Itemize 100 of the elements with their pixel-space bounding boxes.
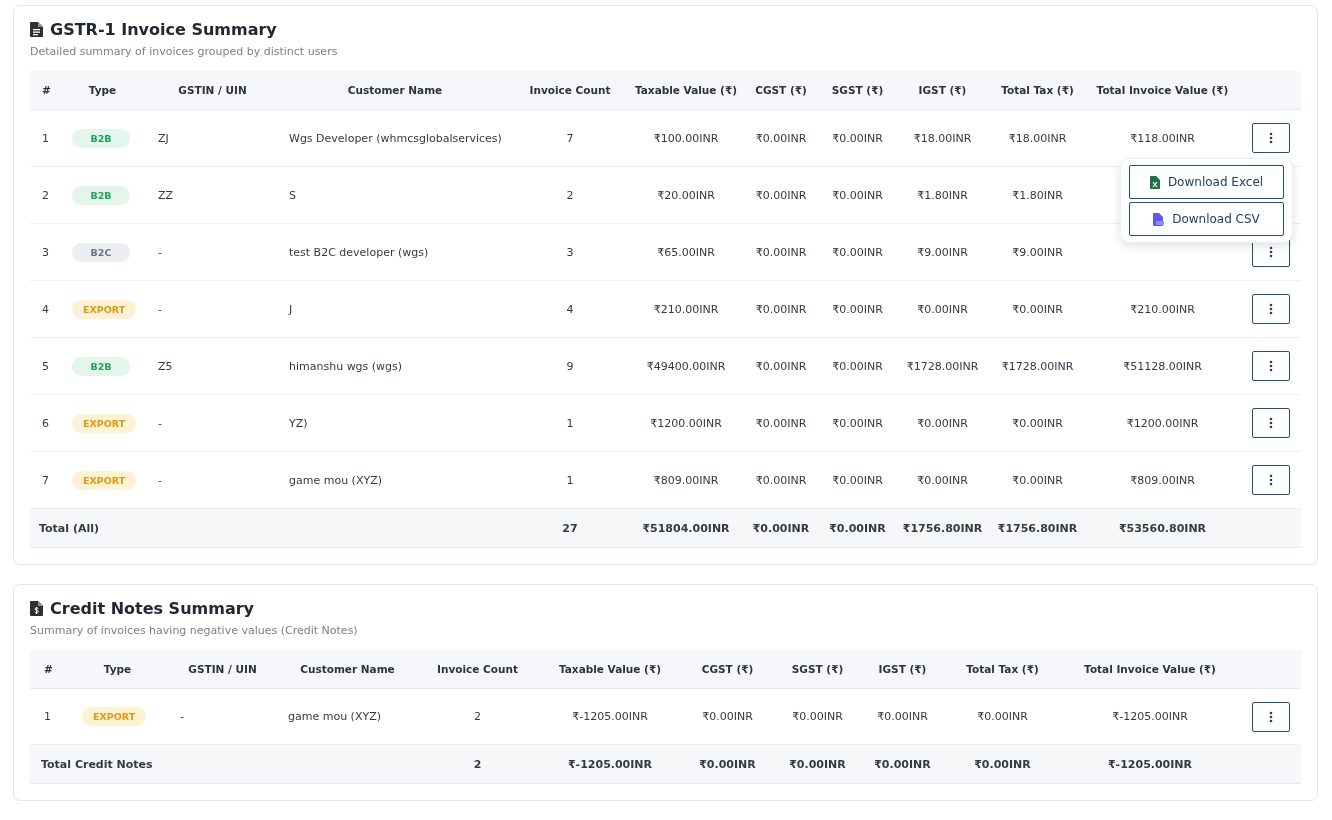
type-badge: EXPORT: [82, 707, 147, 726]
customer-name: Wgs Developer (whmcsglobalservices): [289, 131, 502, 145]
type-badge: B2B: [72, 185, 130, 205]
gstin-cell: ZZ: [158, 188, 174, 202]
type-badge: EXPORT: [72, 413, 137, 433]
amount-cell: ₹0.00INR: [755, 131, 807, 145]
amount-cell: ₹0.00INR: [755, 416, 807, 430]
column-header: Taxable Value (₹): [558, 663, 661, 675]
invoice-count: 1: [566, 473, 574, 487]
customer-name: game mou (XYZ): [288, 710, 381, 723]
amount-cell: ₹809.00INR: [653, 473, 719, 487]
card-title: Credit Notes Summary: [50, 599, 254, 618]
column-header: Customer Name: [347, 84, 443, 96]
download-menu-item[interactable]: Download Excel: [1129, 165, 1284, 199]
customer-name: J: [289, 302, 293, 316]
amount-cell: ₹51128.00INR: [1123, 359, 1202, 373]
invoice-count: 4: [566, 302, 574, 316]
more-vertical-icon: [1268, 246, 1273, 258]
amount-cell: ₹0.00INR: [792, 710, 843, 723]
total-label: Total Credit Notes: [41, 757, 153, 771]
gstin-cell: -: [158, 302, 162, 316]
amount-cell: ₹0.00INR: [832, 473, 883, 487]
gstin-cell: -: [180, 710, 184, 723]
column-header: CGST (₹): [755, 84, 807, 96]
type-badge: B2C: [72, 242, 130, 262]
amount-cell: ₹0.00INR: [832, 302, 883, 316]
row-number: 4: [42, 302, 49, 316]
column-header: Invoice Count: [529, 84, 611, 96]
amount-cell: ₹51804.00INR: [642, 521, 730, 535]
customer-name: test B2C developer (wgs): [289, 245, 429, 259]
amount-cell: ₹0.00INR: [1012, 416, 1063, 430]
amount-cell: ₹0.00INR: [832, 131, 883, 145]
amount-cell: ₹0.00INR: [877, 710, 928, 723]
amount-cell: ₹0.00INR: [755, 359, 807, 373]
amount-cell: ₹-1205.00INR: [567, 757, 653, 771]
amount-cell: ₹1756.80INR: [902, 521, 983, 535]
amount-cell: ₹1728.00INR: [906, 359, 979, 373]
column-header: GSTIN / UIN: [188, 663, 257, 675]
card-title: GSTR-1 Invoice Summary: [50, 20, 277, 39]
amount-cell: ₹-1205.00INR: [1112, 710, 1188, 723]
amount-cell: ₹0.00INR: [917, 416, 968, 430]
more-actions-button[interactable]: [1251, 408, 1290, 438]
column-header: Total Invoice Value (₹): [1084, 663, 1216, 675]
customer-name: himanshu wgs (wgs): [289, 359, 403, 373]
card-subtitle: Summary of invoices having negative values (Credit Notes): [30, 624, 359, 637]
amount-cell: ₹9.00INR: [917, 245, 968, 259]
column-header: Taxable Value (₹): [634, 84, 737, 96]
amount-cell: ₹210.00INR: [1130, 302, 1195, 316]
csv-file-icon: [1153, 212, 1165, 226]
gstin-cell: ZJ: [158, 131, 169, 145]
invoice-count: 3: [566, 245, 574, 259]
invoice-count: 2: [566, 188, 574, 202]
amount-cell: ₹100.00INR: [653, 131, 719, 145]
column-header: GSTIN / UIN: [178, 84, 247, 96]
amount-cell: ₹0.00INR: [1012, 302, 1063, 316]
amount-cell: ₹0.00INR: [702, 710, 753, 723]
download-menu-item[interactable]: Download CSV: [1129, 202, 1284, 236]
row-number: 1: [44, 710, 51, 723]
invoice-count: 7: [566, 131, 574, 145]
more-vertical-icon: [1268, 417, 1273, 429]
column-header: Total Invoice Value (₹): [1096, 84, 1229, 96]
more-actions-button[interactable]: [1251, 465, 1290, 495]
amount-cell: ₹9.00INR: [1012, 245, 1063, 259]
gstin-cell: -: [158, 416, 162, 430]
card-subtitle: Detailed summary of invoices grouped by distinct users: [30, 45, 339, 58]
customer-name: S: [289, 188, 296, 202]
amount-cell: ₹0.00INR: [917, 473, 968, 487]
column-header: Invoice Count: [437, 663, 518, 675]
more-actions-button[interactable]: [1251, 294, 1290, 324]
column-header: IGST (₹): [878, 663, 927, 675]
amount-cell: ₹1728.00INR: [1001, 359, 1074, 373]
customer-name: YZ): [289, 416, 308, 430]
more-actions-button[interactable]: [1251, 701, 1290, 732]
amount-cell: ₹0.00INR: [1012, 473, 1063, 487]
amount-cell: ₹210.00INR: [653, 302, 719, 316]
amount-cell: ₹65.00INR: [657, 245, 715, 259]
column-header: Total Tax (₹): [1001, 84, 1074, 96]
invoice-count: 27: [562, 521, 578, 535]
column-header: Type: [103, 663, 132, 675]
row-number: 2: [42, 188, 49, 202]
gstin-cell: -: [158, 245, 162, 259]
invoice-dollar-icon: [30, 601, 43, 616]
more-actions-button[interactable]: [1251, 351, 1290, 381]
column-header: #: [44, 663, 53, 675]
amount-cell: ₹1756.80INR: [997, 521, 1078, 535]
column-header: SGST (₹): [831, 84, 884, 96]
amount-cell: ₹49400.00INR: [646, 359, 726, 373]
gstin-cell: -: [158, 473, 162, 487]
row-number: 7: [42, 473, 49, 487]
amount-cell: ₹0.00INR: [832, 416, 883, 430]
more-actions-button[interactable]: [1251, 123, 1290, 153]
amount-cell: ₹118.00INR: [1130, 131, 1195, 145]
more-vertical-icon: [1268, 132, 1273, 144]
column-header: Total Tax (₹): [966, 663, 1039, 675]
amount-cell: ₹1200.00INR: [1126, 416, 1199, 430]
type-badge: B2B: [72, 128, 130, 148]
more-vertical-icon: [1268, 303, 1273, 315]
amount-cell: ₹1.80INR: [1012, 188, 1063, 202]
amount-cell: ₹0.00INR: [752, 521, 810, 535]
amount-cell: ₹809.00INR: [1130, 473, 1195, 487]
